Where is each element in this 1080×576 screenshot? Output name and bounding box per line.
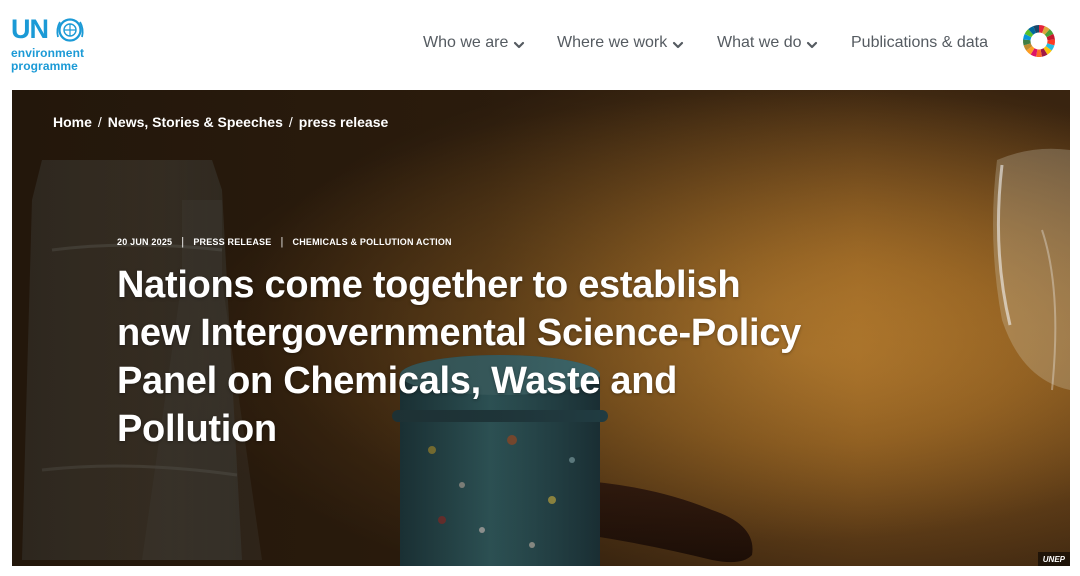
breadcrumb-home[interactable]: Home xyxy=(53,114,92,130)
article-meta: 20 JUN 2025 | PRESS RELEASE | CHEMICALS … xyxy=(117,236,452,248)
nav-publications-data-label: Publications & data xyxy=(851,34,988,51)
breadcrumb-separator: / xyxy=(288,114,293,130)
unep-logo[interactable]: UN environment programme xyxy=(11,14,101,76)
chevron-down-icon xyxy=(807,41,818,49)
nav-publications-data[interactable]: Publications & data xyxy=(851,30,988,56)
breadcrumb-separator: / xyxy=(97,114,102,130)
meta-divider: | xyxy=(280,236,284,248)
article-type-link[interactable]: PRESS RELEASE xyxy=(193,237,271,247)
logo-un-text: UN xyxy=(11,14,49,44)
breadcrumb: Home / News, Stories & Speeches / press … xyxy=(53,114,388,130)
hero-banner: Home / News, Stories & Speeches / press … xyxy=(12,90,1070,566)
nav-who-we-are[interactable]: Who we are xyxy=(423,30,525,56)
nav-what-we-do[interactable]: What we do xyxy=(717,30,818,56)
page-title: Nations come together to establish new I… xyxy=(117,264,801,450)
article-topic-link[interactable]: CHEMICALS & POLLUTION ACTION xyxy=(293,237,452,247)
image-credit: UNEP xyxy=(1037,552,1070,566)
meta-divider: | xyxy=(181,236,185,248)
un-emblem-icon xyxy=(56,18,84,42)
nav-who-we-are-label: Who we are xyxy=(423,34,509,51)
logo-line-programme: programme xyxy=(11,59,78,73)
sdg-color-wheel-icon[interactable] xyxy=(1022,24,1056,58)
article-date: 20 JUN 2025 xyxy=(117,237,173,247)
site-header: UN environment programme Who we are Wher… xyxy=(0,0,1080,90)
chevron-down-icon xyxy=(514,41,525,49)
breadcrumb-news-stories-speeches[interactable]: News, Stories & Speeches xyxy=(108,114,283,130)
nav-where-we-work[interactable]: Where we work xyxy=(557,30,684,56)
chevron-down-icon xyxy=(673,41,684,49)
nav-what-we-do-label: What we do xyxy=(717,34,802,51)
nav-where-we-work-label: Where we work xyxy=(557,34,668,51)
breadcrumb-press-release[interactable]: press release xyxy=(299,114,389,130)
